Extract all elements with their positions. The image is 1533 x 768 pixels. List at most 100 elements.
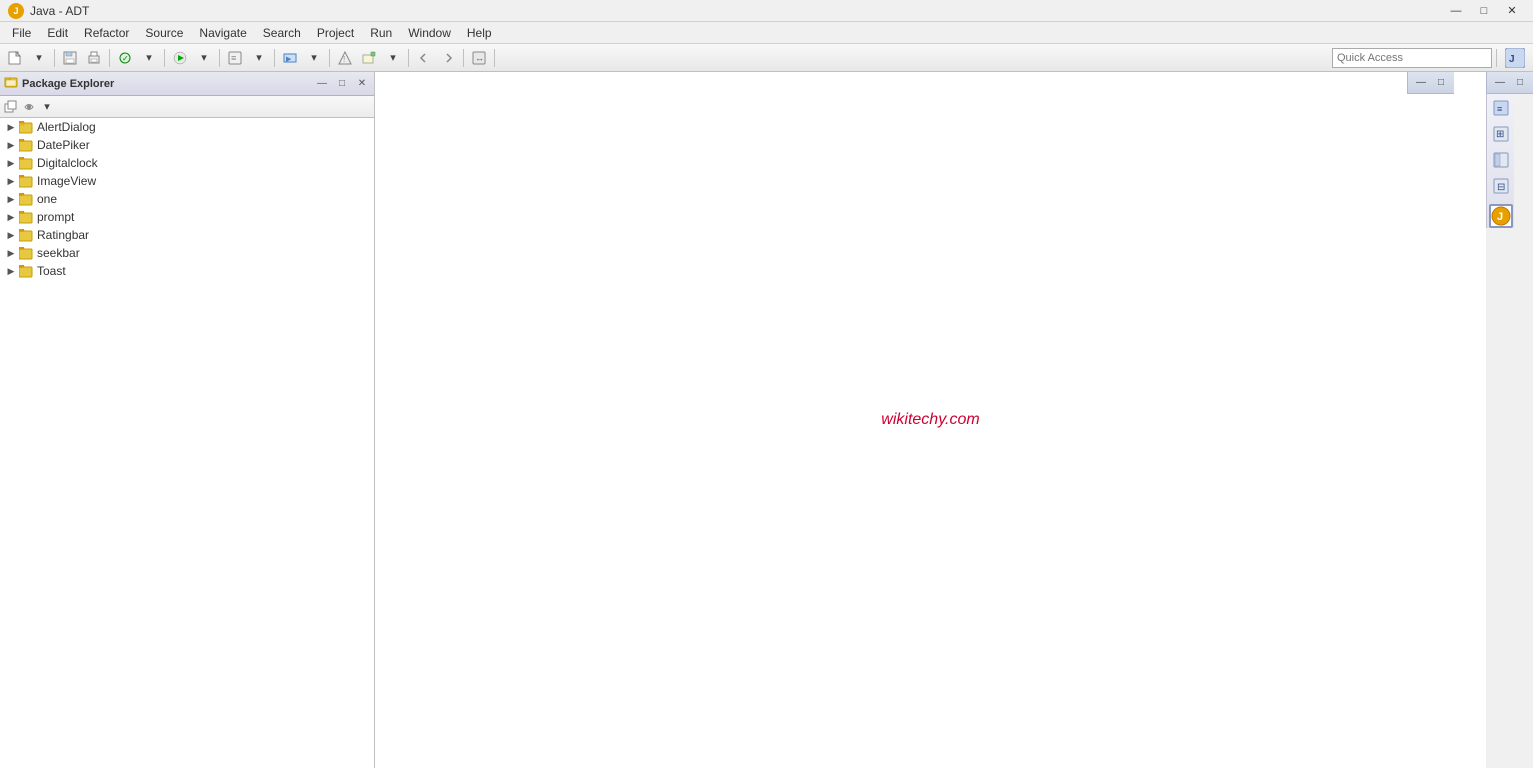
toolbar-dropdown-2[interactable]: ▾ [138, 47, 160, 69]
menu-run[interactable]: Run [362, 22, 400, 43]
project-seekbar[interactable]: ▶ seekbar [0, 244, 374, 262]
project-one[interactable]: ▶ one [0, 190, 374, 208]
view-menu-button[interactable]: ▾ [38, 98, 56, 116]
run-button[interactable] [169, 47, 191, 69]
editor-area: — □ wikitechy.com [375, 72, 1486, 768]
menu-navigate[interactable]: Navigate [191, 22, 254, 43]
arrow-prompt: ▶ [4, 210, 18, 224]
toolbar-dropdown-3[interactable]: ▾ [248, 47, 270, 69]
project-date-piker[interactable]: ▶ DatePiker [0, 136, 374, 154]
arrow-one: ▶ [4, 192, 18, 206]
project-alert-dialog[interactable]: ▶ AlertDialog [0, 118, 374, 136]
toolbar-btn-8[interactable] [358, 47, 380, 69]
project-name-one: one [37, 192, 57, 206]
toolbar: ▾ ✓ ▾ ▾ ≡ ▾ ▶ ▾ ! ▾ ↔ [0, 44, 1533, 72]
save-button[interactable] [59, 47, 81, 69]
separator-10 [1496, 49, 1497, 67]
project-digitalclock[interactable]: ▶ Digitalclock [0, 154, 374, 172]
separator-5 [274, 49, 275, 67]
toolbar-btn-10[interactable]: ↔ [468, 47, 490, 69]
project-icon-prompt [18, 209, 34, 225]
toolbar-dropdown-1[interactable]: ▾ [28, 47, 50, 69]
link-with-editor-button[interactable] [20, 98, 38, 116]
java-perspective-active[interactable]: J [1489, 204, 1513, 228]
editor-controls: — □ [1407, 72, 1454, 94]
project-toast[interactable]: ▶ Toast [0, 262, 374, 280]
editor-minimize-btn[interactable]: — [1412, 75, 1430, 91]
separator-2 [109, 49, 110, 67]
back-button[interactable] [413, 47, 435, 69]
close-button[interactable]: ✕ [1499, 2, 1525, 20]
separator-7 [408, 49, 409, 67]
arrow-ratingbar: ▶ [4, 228, 18, 242]
arrow-digitalclock: ▶ [4, 156, 18, 170]
project-name-digitalclock: Digitalclock [37, 156, 98, 170]
toolbar-btn-3[interactable]: ✓ [114, 47, 136, 69]
close-panel-button[interactable]: ✕ [354, 76, 370, 92]
main-layout: Package Explorer — □ ✕ ▾ ▶ [0, 72, 1533, 768]
editor-maximize-btn[interactable]: □ [1432, 75, 1450, 91]
menu-window[interactable]: Window [400, 22, 459, 43]
menu-file[interactable]: File [4, 22, 39, 43]
svg-text:≡: ≡ [1497, 104, 1502, 114]
package-explorer-content[interactable]: ▶ AlertDialog ▶ [0, 118, 374, 768]
menu-search[interactable]: Search [255, 22, 309, 43]
right-panel-minimize-btn[interactable]: — [1491, 75, 1509, 91]
separator-8 [463, 49, 464, 67]
menu-project[interactable]: Project [309, 22, 362, 43]
menu-source[interactable]: Source [137, 22, 191, 43]
project-icon-date-piker [18, 137, 34, 153]
sidebar-btn-1[interactable]: ≡ [1489, 96, 1513, 120]
maximize-button[interactable]: □ [1471, 2, 1497, 20]
perspective-open-button[interactable]: J [1501, 47, 1529, 69]
project-imageview[interactable]: ▶ ImageView [0, 172, 374, 190]
toolbar-btn-6[interactable]: ▶ [279, 47, 301, 69]
minimize-button[interactable]: — [1443, 2, 1469, 20]
toolbar-btn-5[interactable]: ≡ [224, 47, 246, 69]
sidebar-btn-2[interactable]: ⊞ [1489, 122, 1513, 146]
arrow-imageview: ▶ [4, 174, 18, 188]
collapse-all-button[interactable] [2, 98, 20, 116]
title-bar: J Java - ADT — □ ✕ [0, 0, 1533, 22]
quick-access-input[interactable] [1332, 48, 1492, 68]
svg-text:J: J [1497, 211, 1503, 223]
right-sidebar: ≡ ⊞ ⊟ [1486, 94, 1514, 228]
quick-access-area [1332, 48, 1492, 68]
minimize-panel-button[interactable]: — [314, 76, 330, 92]
menu-edit[interactable]: Edit [39, 22, 76, 43]
title-bar-left: J Java - ADT [8, 3, 89, 19]
project-ratingbar[interactable]: ▶ Ratingbar [0, 226, 374, 244]
menu-help[interactable]: Help [459, 22, 500, 43]
arrow-toast: ▶ [4, 264, 18, 278]
toolbar-dropdown-4[interactable]: ▾ [303, 47, 325, 69]
toolbar-dropdown-5[interactable]: ▾ [382, 47, 404, 69]
sidebar-btn-3[interactable] [1489, 148, 1513, 172]
new-button[interactable] [4, 47, 26, 69]
menu-refactor[interactable]: Refactor [76, 22, 137, 43]
forward-button[interactable] [437, 47, 459, 69]
svg-text:⊞: ⊞ [1496, 129, 1504, 140]
maximize-panel-button[interactable]: □ [334, 76, 350, 92]
arrow-alert-dialog: ▶ [4, 120, 18, 134]
left-panel: Package Explorer — □ ✕ ▾ ▶ [0, 72, 375, 768]
svg-text:≡: ≡ [231, 53, 236, 63]
svg-text:!: ! [343, 55, 345, 64]
project-icon-digitalclock [18, 155, 34, 171]
project-name-alert-dialog: AlertDialog [37, 120, 96, 134]
svg-text:↔: ↔ [475, 53, 484, 63]
svg-text:▶: ▶ [286, 56, 292, 63]
project-prompt[interactable]: ▶ prompt [0, 208, 374, 226]
project-name-ratingbar: Ratingbar [37, 228, 89, 242]
print-button[interactable] [83, 47, 105, 69]
project-name-date-piker: DatePiker [37, 138, 90, 152]
run-dropdown[interactable]: ▾ [193, 47, 215, 69]
svg-text:✓: ✓ [122, 54, 129, 63]
project-icon-alert-dialog [18, 119, 34, 135]
project-icon-ratingbar [18, 227, 34, 243]
sidebar-btn-4[interactable]: ⊟ [1489, 174, 1513, 198]
package-explorer-icon [4, 75, 18, 92]
project-icon-seekbar [18, 245, 34, 261]
project-icon-one [18, 191, 34, 207]
right-panel-maximize-btn[interactable]: □ [1511, 75, 1529, 91]
toolbar-btn-7[interactable]: ! [334, 47, 356, 69]
